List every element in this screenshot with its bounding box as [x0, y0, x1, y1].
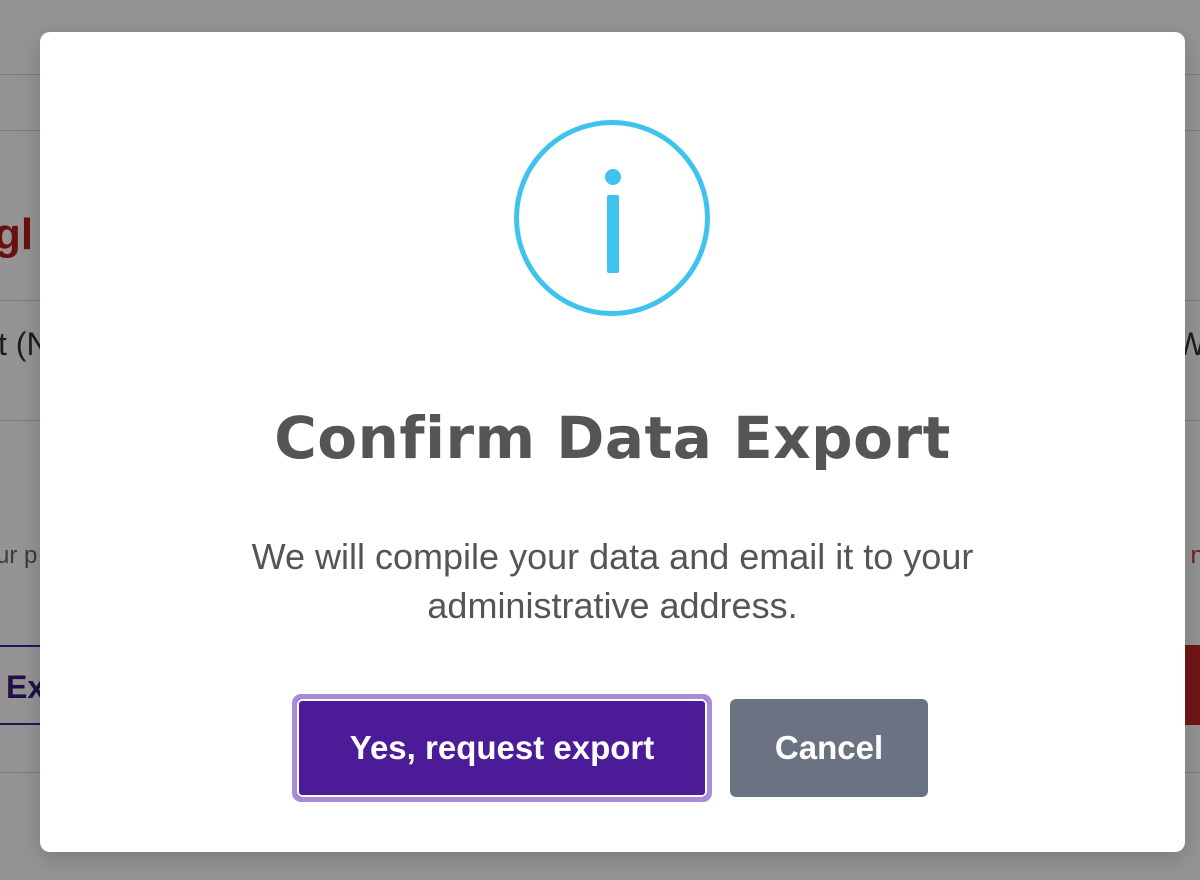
info-icon: [514, 120, 710, 316]
info-icon-bar: [607, 195, 619, 273]
confirm-export-button[interactable]: Yes, request export: [292, 694, 712, 802]
confirm-export-dialog: Confirm Data Export We will compile your…: [40, 32, 1185, 852]
cancel-button[interactable]: Cancel: [730, 699, 928, 797]
dialog-message: We will compile your data and email it t…: [251, 536, 974, 626]
dialog-title: Confirm Data Export: [274, 404, 951, 472]
confirm-export-label: Yes, request export: [349, 729, 655, 766]
info-icon-dot: [605, 169, 621, 185]
